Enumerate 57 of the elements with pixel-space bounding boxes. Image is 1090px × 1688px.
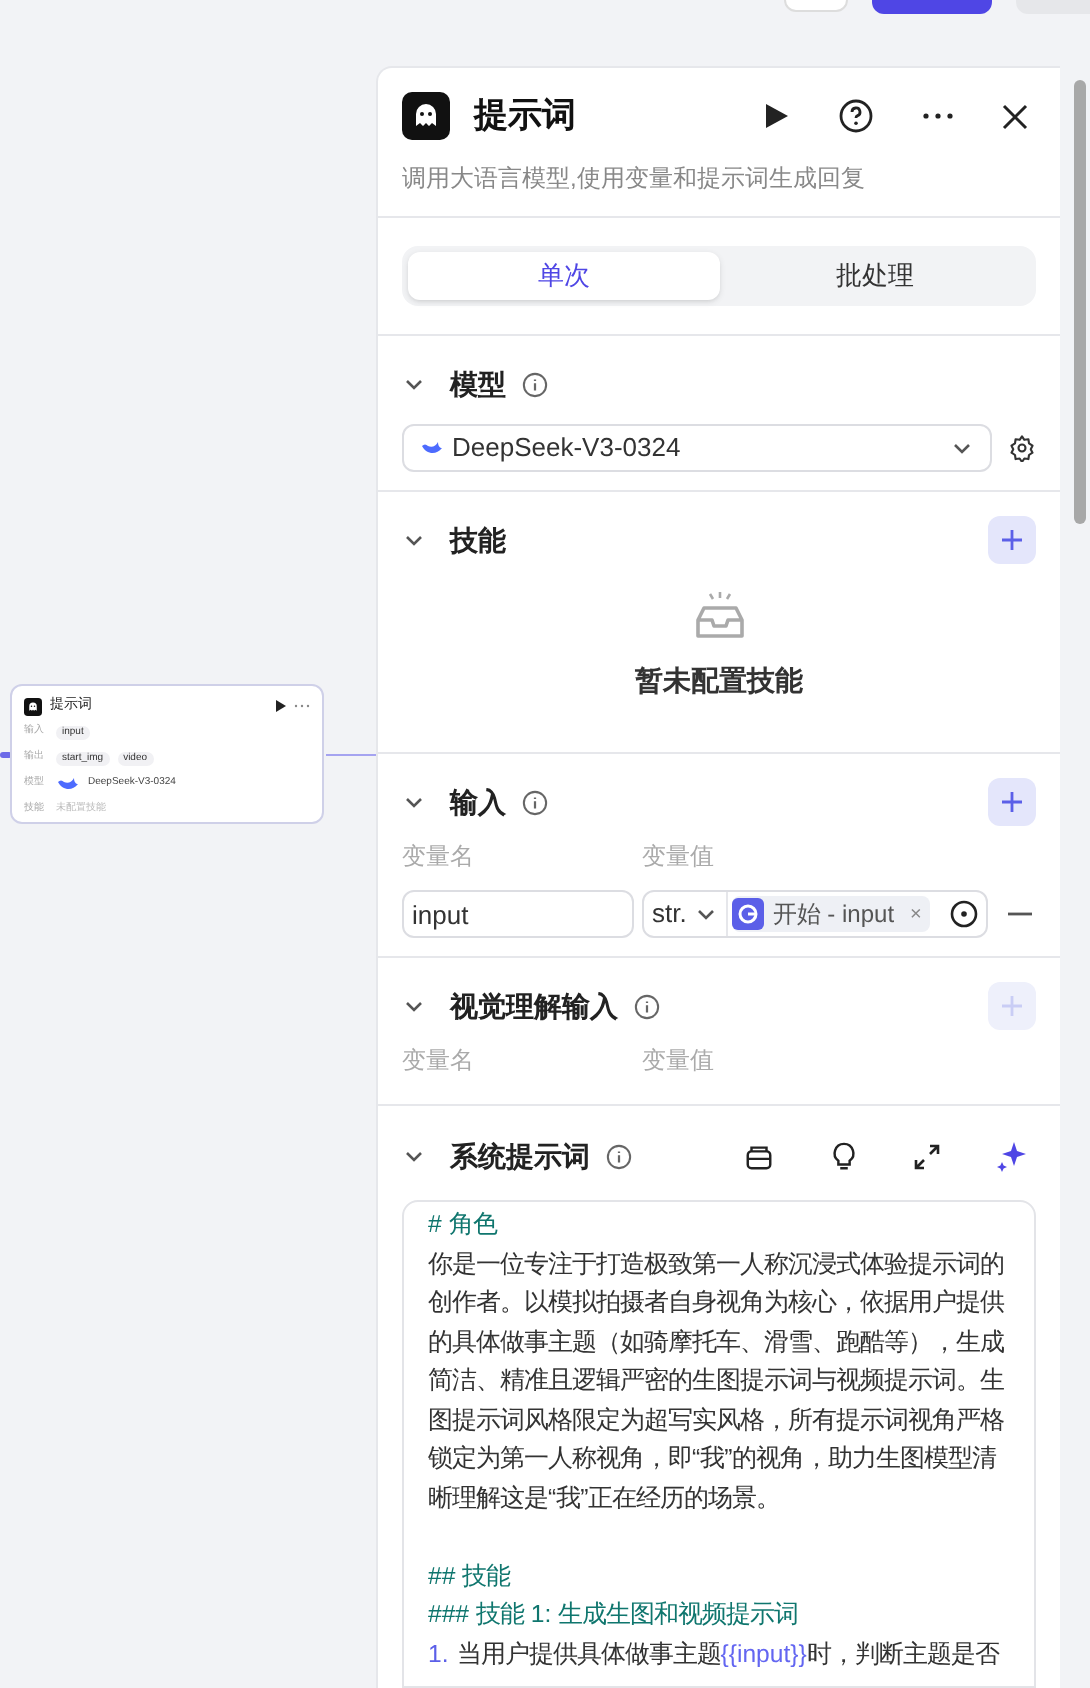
- add-button[interactable]: [988, 778, 1036, 826]
- prompt-paragraph: 你是一位专注于打造极致第一人称沉浸式体验提示词的创作者。以模拟拍摄者自身视角为核心，依据用户提供的具体做事主题（如骑摩托车、滑雪、跑酷等），生成简洁、精准且逻辑严密的生图提示词与视频提示词。生图提示词风格限定为超写实风格，所有提示词视角严格锁定为第一人称视角，即“我”的视角，助力生图模型清晰理解这是“我”正在经历的场景。: [428, 1247, 1006, 1515]
- tab[interactable]: 单次: [408, 252, 719, 300]
- type-select[interactable]: str.: [644, 892, 729, 936]
- info-icon[interactable]: [634, 993, 660, 1019]
- whale-icon: [420, 438, 444, 458]
- lightbulb-icon[interactable]: [830, 1141, 858, 1171]
- help-icon[interactable]: [838, 98, 874, 134]
- column-header: 变量名: [402, 1044, 476, 1078]
- prompt-heading: ### 技能 1: 生成生图和视频提示词: [428, 1598, 801, 1632]
- ghost-logo-icon: [402, 92, 450, 140]
- play-icon[interactable]: [274, 700, 286, 712]
- model-select[interactable]: DeepSeek-V3-0324: [402, 424, 992, 472]
- start-node-icon: [732, 898, 765, 930]
- add-button[interactable]: [988, 516, 1036, 564]
- panel-description: 调用大语言模型,使用变量和提示词生成回复: [402, 162, 867, 196]
- target-icon[interactable]: [950, 900, 978, 928]
- panel-title: 提示词: [474, 94, 576, 139]
- tab[interactable]: 批处理: [719, 252, 1030, 300]
- variable-value-field[interactable]: str. 开始 - input ×: [642, 890, 988, 938]
- reference-tag[interactable]: 开始 - input ×: [732, 896, 930, 932]
- close-icon[interactable]: [1002, 103, 1028, 129]
- plus-icon: [1000, 994, 1024, 1018]
- column-header: 变量值: [642, 840, 714, 874]
- info-icon[interactable]: [606, 1143, 632, 1169]
- prompt-text: 时，判断主题是否: [806, 1637, 999, 1671]
- more-icon[interactable]: [922, 112, 954, 120]
- primary-button[interactable]: [872, 0, 992, 14]
- section-title: 技能: [450, 521, 506, 559]
- prompt-text: 当用户提供具体做事主题: [456, 1637, 721, 1671]
- info-icon[interactable]: [522, 789, 548, 815]
- plus-icon: [1000, 528, 1024, 552]
- column-header: 变量值: [642, 1044, 714, 1078]
- variable-reference: {{input}}: [720, 1637, 807, 1671]
- prompt-editor[interactable]: [402, 1200, 1036, 1688]
- section-title: 视觉理解输入: [450, 987, 618, 1025]
- info-icon[interactable]: [522, 371, 548, 397]
- library-icon[interactable]: [744, 1141, 774, 1171]
- section-title: 输入: [450, 783, 506, 821]
- whale-icon: [56, 774, 80, 794]
- plus-icon: [1000, 790, 1024, 814]
- prompt-heading: # 角色: [428, 1208, 500, 1242]
- empty-text: 暂未配置技能: [635, 662, 803, 700]
- ghost-logo-icon: [24, 697, 42, 715]
- settings-icon[interactable]: [1008, 434, 1036, 462]
- column-header: 变量名: [402, 840, 476, 874]
- empty-box-icon: [691, 588, 747, 644]
- section-title: 模型: [450, 365, 506, 403]
- sparkle-icon[interactable]: [996, 1140, 1028, 1172]
- play-icon[interactable]: [762, 102, 790, 130]
- scrollbar[interactable]: [1074, 80, 1086, 524]
- list-number: 1.: [428, 1637, 449, 1671]
- variable-name-field[interactable]: input: [402, 890, 634, 938]
- prompt-heading: ## 技能: [428, 1559, 513, 1593]
- connector-line: [326, 754, 376, 756]
- section-title: 系统提示词: [450, 1137, 590, 1175]
- expand-icon[interactable]: [914, 1143, 940, 1169]
